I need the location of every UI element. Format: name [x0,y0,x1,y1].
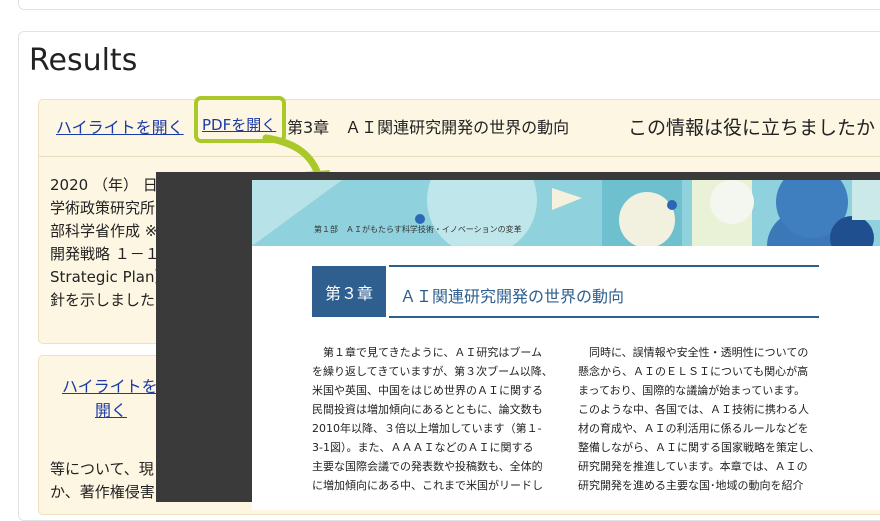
text-line: に増加傾向にある中、これまで米国がリードし [312,479,543,492]
pdf-page: 第１部 ＡＩがもたらす科学技術・イノベーションの変革 第３章 ＡＩ関連研究開発の… [252,180,880,510]
banner-pattern-icon [252,180,880,246]
snippet-line: 部科学省作成 ※ [50,222,158,240]
snippet-line: 開発戦略 １－１ [50,245,160,263]
previous-card [18,0,880,10]
open-highlight-link[interactable]: ハイライトを [62,373,158,397]
text-line: 整備しながら、ＡＩに関する国家戦略を策定し、 [578,441,820,454]
results-heading: Results [29,43,138,78]
text-line: 第１章で見てきたように、ＡＩ研究はブーム [312,346,543,359]
open-highlight-link[interactable]: ハイライトを開く [56,114,184,138]
snippet-line: 等について、現 [50,460,154,478]
snippet-line: 学術政策研究所 [50,199,156,217]
left-column-text: 第１章で見てきたように、ＡＩ研究はブーム を繰り返してきていますが、第３次ブーム… [312,343,553,495]
card-divider [38,156,880,157]
text-line: 懸念から、ＡＩのＥＬＳＩについても関心が高 [578,365,809,378]
text-line: 主要な国際会議での発表数や投稿数も、全体的 [312,460,543,473]
text-line: 同時に、誤情報や安全性・透明性についての [578,346,809,359]
text-line: 材の育成や、ＡＩの利活用に係るルールなどを [578,422,809,435]
feedback-question: この情報は役に立ちましたか [628,117,876,139]
open-highlight-link-continued[interactable]: 開く [95,397,127,421]
text-line: 民間投資は増加傾向にあるとともに、論文数も [312,403,543,416]
result-snippet: 2020 （年） 日 学術政策研究所 部科学省作成 ※ 開発戦略 １－１ Str… [50,174,170,312]
text-line: 研究開発を進める主要な国･地域の動向を紹介 [578,479,804,492]
snippet-line: 針を示しました [50,291,156,309]
snippet-line: 2020 （年） 日 [50,176,158,194]
text-line: 研究開発を推進しています。本章では、ＡＩの [578,460,808,473]
title-rule-bottom [389,316,819,318]
snippet-line: Strategic Plan） [50,268,170,286]
text-line: まっており、国際的な議論が始まっています。 [578,384,806,397]
chapter-title: ＡＩ関連研究開発の世界の動向 [400,287,625,306]
text-line: このような中、各国では、ＡＩ技術に携わる人 [578,403,809,416]
page-banner: 第１部 ＡＩがもたらす科学技術・イノベーションの変革 [252,180,880,246]
text-line: 米国や英国、中国をはじめ世界のＡＩに関する [312,384,543,397]
title-rule-top [389,265,819,267]
chapter-badge: 第３章 [312,266,386,317]
snippet-line: か、著作権侵害 [50,483,155,501]
text-line: 3-1図）。また、ＡＡＡＩなどのＡＩに関する [312,441,534,454]
text-line: を繰り返してきていますが、第３次ブーム以降、 [312,365,553,378]
banner-caption: 第１部 ＡＩがもたらす科学技術・イノベーションの変革 [314,225,522,234]
text-line: 2010年以降、３倍以上増加しています（第１- [312,422,542,435]
right-column-text: 同時に、誤情報や安全性・透明性についての 懸念から、ＡＩのＥＬＳＩについても関心… [578,343,820,495]
result-snippet: 等について、現 か、著作権侵害 [50,458,155,504]
